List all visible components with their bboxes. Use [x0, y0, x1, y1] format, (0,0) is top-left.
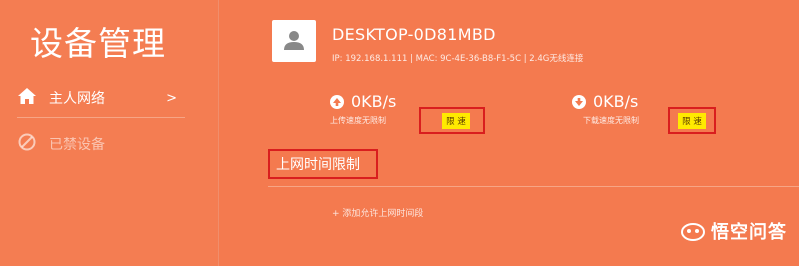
upload-speed: 0KB/s: [330, 92, 396, 111]
divider: [268, 186, 799, 187]
upload-limit-highlight: 限 速: [419, 107, 485, 134]
sidebar-title: 设备管理: [30, 24, 166, 63]
block-icon: [17, 132, 37, 156]
sidebar-item-label: 主人网络: [49, 91, 105, 107]
home-icon: [17, 87, 37, 109]
upload-limit-button[interactable]: 限 速: [442, 112, 470, 129]
chevron-right-icon: >: [166, 90, 177, 106]
download-arrow-icon: [572, 94, 586, 109]
add-time-rule-link[interactable]: + 添加允许上网时间段: [332, 206, 423, 219]
upload-limit-label: 上传速度无限制: [330, 116, 386, 125]
watermark: 悟空问答: [681, 218, 787, 244]
download-speed-value: 0KB/s: [593, 92, 639, 111]
download-limit-button[interactable]: 限 速: [678, 112, 706, 129]
user-icon: [284, 31, 304, 50]
download-speed: 0KB/s: [572, 92, 638, 111]
device-avatar: [272, 20, 316, 62]
download-limit-highlight: 限 速: [668, 107, 716, 134]
sidebar-item-host-network[interactable]: 主人网络 >: [17, 84, 185, 112]
download-limit-label: 下载速度无限制: [583, 116, 639, 125]
time-limit-title[interactable]: 上网时间限制: [268, 149, 378, 179]
divider: [17, 117, 185, 118]
sidebar-item-label: 已禁设备: [49, 137, 105, 153]
watermark-text: 悟空问答: [711, 222, 787, 243]
sidebar-item-blocked-devices[interactable]: 已禁设备: [17, 130, 185, 158]
device-info: IP: 192.168.1.111 | MAC: 9C-4E-36-B8-F1-…: [332, 54, 584, 64]
wukong-logo-icon: [681, 221, 705, 241]
sidebar: 设备管理 主人网络 > 已禁设备: [0, 0, 219, 266]
device-name: DESKTOP-0D81MBD: [332, 25, 496, 44]
upload-arrow-icon: [330, 94, 344, 109]
upload-speed-value: 0KB/s: [351, 92, 397, 111]
